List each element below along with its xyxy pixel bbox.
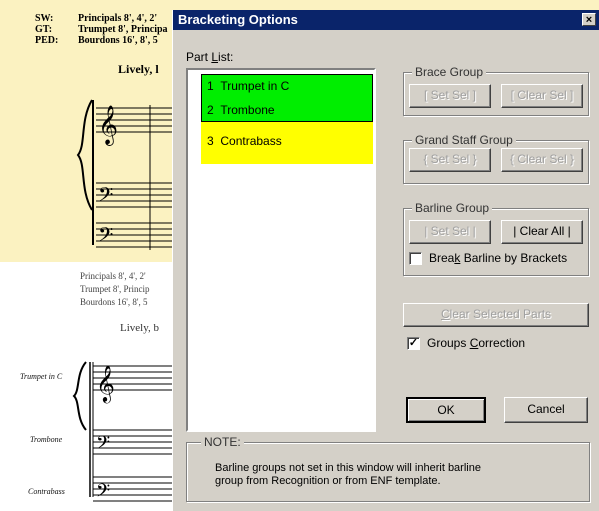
dialog-titlebar[interactable]: Bracketing Options × (173, 10, 599, 30)
part-group-highlight-green: 1 Trumpet in C 2 Trombone (201, 74, 373, 122)
clear-selected-parts-button[interactable]: Clear Selected Parts (403, 303, 589, 327)
note-line-2: group from Recognition or from ENF templ… (215, 475, 441, 487)
close-icon: × (585, 14, 593, 26)
list-item[interactable]: 2 Trombone (207, 103, 275, 117)
svg-text:𝄞: 𝄞 (98, 105, 118, 146)
svg-text:𝄢: 𝄢 (98, 223, 113, 251)
break-barline-checkbox[interactable] (409, 252, 422, 265)
grand-staff-set-sel-button[interactable]: { Set Sel } (409, 148, 491, 172)
part-list-label: Part List: (186, 50, 234, 64)
grand-staff-clear-sel-button[interactable]: { Clear Sel } (501, 148, 583, 172)
bracketing-options-dialog: Bracketing Options × Part List: 3 Contra… (172, 10, 599, 511)
break-barline-label[interactable]: Break Barline by Brackets (429, 251, 567, 265)
part-group-highlight-yellow: 3 Contrabass (201, 122, 373, 164)
barline-set-sel-button[interactable]: | Set Sel | (409, 220, 491, 244)
close-button[interactable]: × (582, 13, 596, 26)
list-item[interactable]: 3 Contrabass (207, 134, 282, 148)
groups-correction-label[interactable]: Groups Correction (427, 336, 525, 350)
barline-group-title: Barline Group (412, 201, 493, 215)
svg-text:𝄢: 𝄢 (98, 183, 113, 211)
score-staves-top: 𝄞 𝄢 𝄢 (76, 99, 172, 251)
barline-clear-all-button[interactable]: | Clear All | (501, 220, 583, 244)
dialog-title: Bracketing Options (178, 12, 298, 27)
brace-group-title: Brace Group (412, 65, 487, 79)
grand-staff-group-title: Grand Staff Group (412, 133, 516, 147)
checkmark-icon: ✓ (408, 337, 419, 349)
cancel-button[interactable]: Cancel (504, 397, 588, 423)
ok-button[interactable]: OK (406, 397, 486, 423)
list-item[interactable]: 1 Trumpet in C (207, 79, 289, 93)
svg-text:𝄞: 𝄞 (96, 364, 115, 403)
brace-clear-sel-button[interactable]: [ Clear Sel ] (501, 84, 583, 108)
groups-correction-checkbox[interactable]: ✓ (407, 337, 420, 350)
note-line-1: Barline groups not set in this window wi… (215, 462, 481, 474)
brace-set-sel-button[interactable]: [ Set Sel ] (409, 84, 491, 108)
note-title: NOTE: (201, 435, 244, 449)
svg-text:𝄢: 𝄢 (96, 481, 110, 506)
note-text: Barline groups not set in this window wi… (215, 462, 585, 488)
svg-text:𝄢: 𝄢 (96, 433, 110, 458)
score-staves-bottom: 𝄞 𝄢 𝄢 (72, 361, 172, 506)
